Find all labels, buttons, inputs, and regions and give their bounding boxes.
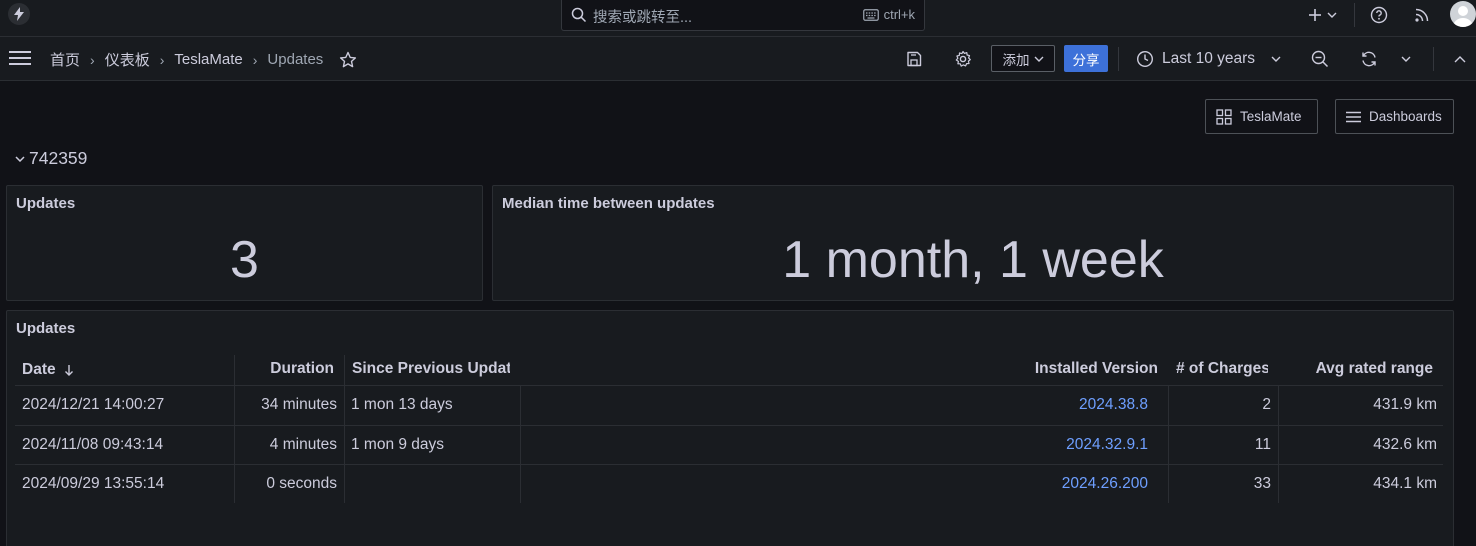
search-placeholder: 搜索或跳转至... <box>593 10 693 26</box>
column-separator <box>520 386 521 503</box>
stat-value: 3 <box>230 231 259 289</box>
table-cell-version-link[interactable]: 2024.26.200 <box>960 475 1148 493</box>
toolbar-divider <box>1433 47 1434 71</box>
chevron-up-icon <box>1454 55 1466 62</box>
table-divider <box>15 464 1443 465</box>
help-icon <box>1370 6 1388 24</box>
hamburger-menu-icon <box>9 51 31 65</box>
star-icon <box>340 51 357 67</box>
grafana-logo-icon[interactable] <box>8 3 30 25</box>
user-icon <box>1453 6 1473 27</box>
breadcrumb-separator-icon: › <box>90 51 95 68</box>
column-separator <box>234 355 235 503</box>
table-cell-duration: 4 minutes <box>269 436 337 453</box>
apps-grid-icon <box>1216 108 1232 125</box>
zoom-out-icon <box>1311 50 1329 68</box>
save-icon <box>907 51 922 67</box>
column-header-duration[interactable]: Duration <box>240 360 334 380</box>
chevron-down-icon <box>1271 56 1281 62</box>
breadcrumb-home[interactable]: 首页 <box>50 49 80 70</box>
column-header-since-previous[interactable]: Since Previous Updat <box>352 360 510 380</box>
keyboard-icon <box>862 8 879 21</box>
column-separator <box>1168 386 1169 503</box>
chevron-down-icon <box>15 155 25 162</box>
table-cell-date: 2024/11/08 09:43:14 <box>22 436 164 453</box>
breadcrumb-folder[interactable]: TeslaMate <box>174 51 242 68</box>
table-cell-since-previous: 1 mon 9 days <box>351 436 445 453</box>
table-cell-version-link[interactable]: 2024.32.9.1 <box>960 436 1148 454</box>
updates-table-panel: Updates <box>6 310 1454 546</box>
panel-title: Updates <box>16 320 76 337</box>
chevron-down-icon <box>1401 56 1411 62</box>
column-header-date[interactable]: Date <box>22 360 222 380</box>
chevron-down-icon <box>1327 12 1336 18</box>
updates-stat-panel: Updates 3 <box>6 185 483 301</box>
panel-title: Median time between updates <box>502 195 715 212</box>
median-time-stat-panel: Median time between updates 1 month, 1 w… <box>492 185 1454 301</box>
column-header-charges[interactable]: # of Charges <box>1176 360 1268 380</box>
column-separator <box>344 355 345 503</box>
refresh-icon <box>1362 51 1376 67</box>
column-separator <box>1278 386 1279 503</box>
table-cell-version-link[interactable]: 2024.38.8 <box>960 396 1148 414</box>
table-divider <box>15 425 1443 426</box>
dashboard-settings-button[interactable] <box>953 49 973 69</box>
star-button[interactable] <box>339 51 357 69</box>
row-collapse-toggle[interactable]: 742359 <box>15 148 87 169</box>
gear-icon <box>955 50 971 67</box>
time-range-picker[interactable]: Last 10 years <box>1136 46 1281 72</box>
menu-toggle-button[interactable] <box>8 49 32 67</box>
table-cell-charges: 33 <box>1253 475 1271 492</box>
new-menu-button[interactable] <box>1304 5 1340 25</box>
sort-descending-icon <box>64 365 73 376</box>
table-cell-charges: 11 <box>1254 436 1271 453</box>
table-cell-avg-range: 431.9 km <box>1373 396 1437 413</box>
time-range-label: Last 10 years <box>1162 50 1256 67</box>
table-cell-date: 2024/12/21 14:00:27 <box>22 396 165 413</box>
topbar-divider <box>1354 3 1355 27</box>
search-icon <box>571 7 587 23</box>
breadcrumb-separator-icon: › <box>252 51 258 68</box>
help-button[interactable] <box>1369 5 1389 25</box>
breadcrumb-current: Updates <box>267 51 324 68</box>
table-cell-avg-range: 432.6 km <box>1373 436 1437 453</box>
panel-title: Updates <box>16 195 76 212</box>
search-bar[interactable]: 搜索或跳转至... ctrl+k <box>561 0 925 31</box>
table-cell-since-previous: 1 mon 13 days <box>351 396 453 413</box>
plus-icon <box>1308 9 1321 21</box>
refresh-interval-dropdown[interactable] <box>1396 54 1416 64</box>
breadcrumb-separator-icon: › <box>159 51 165 68</box>
table-cell-charges: 2 <box>1262 396 1271 413</box>
teslamate-link-button[interactable]: TeslaMate <box>1205 99 1318 134</box>
dashboards-link-button[interactable]: Dashboards <box>1335 99 1454 134</box>
bars-icon <box>1346 111 1361 122</box>
column-header-avg-range[interactable]: Avg rated range <box>1286 360 1433 380</box>
news-feed-button[interactable] <box>1412 5 1432 25</box>
save-dashboard-button[interactable] <box>904 50 924 68</box>
table-cell-duration: 0 seconds <box>266 475 337 492</box>
breadcrumb: 首页 › 仪表板 › TeslaMate › Updates <box>50 49 357 70</box>
user-avatar[interactable] <box>1450 1 1476 27</box>
add-button[interactable]: 添加 <box>991 45 1055 72</box>
table-cell-avg-range: 434.1 km <box>1373 475 1437 492</box>
column-header-installed-version[interactable]: Installed Version <box>970 360 1158 380</box>
table-cell-duration: 34 minutes <box>261 396 337 413</box>
rss-icon <box>1415 8 1429 22</box>
refresh-button[interactable] <box>1359 49 1379 69</box>
search-shortcut: ctrl+k <box>862 7 915 22</box>
zoom-out-button[interactable] <box>1310 49 1330 69</box>
stat-value: 1 month, 1 week <box>782 231 1164 289</box>
clock-icon <box>1136 50 1154 68</box>
table-cell-date: 2024/09/29 13:55:14 <box>22 475 165 492</box>
row-title: 742359 <box>29 148 88 168</box>
table-divider <box>15 385 1443 386</box>
top-bar: 搜索或跳转至... ctrl+k <box>0 0 1476 37</box>
collapse-navbar-button[interactable] <box>1450 54 1470 64</box>
dashboard-nav-bar: 首页 › 仪表板 › TeslaMate › Updates 添加 分享 Las… <box>0 37 1476 81</box>
toolbar-divider <box>1118 47 1119 71</box>
breadcrumb-dashboards[interactable]: 仪表板 <box>105 49 150 70</box>
share-button[interactable]: 分享 <box>1064 45 1108 72</box>
chevron-down-icon <box>1034 56 1043 62</box>
